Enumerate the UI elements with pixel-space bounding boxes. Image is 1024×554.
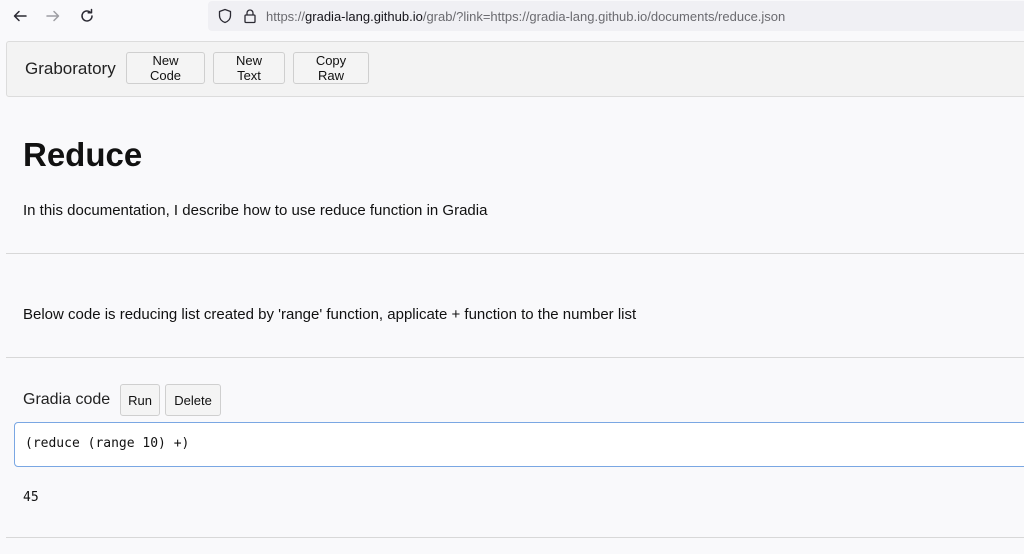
code-output: 45 <box>23 490 39 505</box>
new-code-button[interactable]: New Code <box>126 52 205 84</box>
url-scheme: https:// <box>266 9 306 24</box>
reload-icon[interactable] <box>76 5 98 27</box>
url-path: /grab/?link=https://gradia-lang.github.i… <box>422 9 786 24</box>
new-text-button[interactable]: New Text <box>213 52 285 84</box>
intro-text: In this documentation, I describe how to… <box>23 202 488 219</box>
delete-button[interactable]: Delete <box>165 384 221 416</box>
address-bar[interactable]: https://gradia-lang.github.io/grab/?link… <box>208 1 1024 31</box>
lock-icon[interactable] <box>242 8 258 24</box>
shield-icon[interactable] <box>217 8 233 24</box>
back-arrow-icon[interactable] <box>9 5 31 27</box>
divider <box>6 537 1024 538</box>
forward-arrow-icon[interactable] <box>42 5 64 27</box>
code-block-label: Gradia code <box>23 391 111 408</box>
run-button[interactable]: Run <box>120 384 160 416</box>
browser-toolbar: https://gradia-lang.github.io/grab/?link… <box>0 0 1024 33</box>
code-editor[interactable]: (reduce (range 10) +) <box>14 422 1024 467</box>
copy-raw-button[interactable]: Copy Raw <box>293 52 369 84</box>
url-text: https://gradia-lang.github.io/grab/?link… <box>266 9 785 24</box>
divider <box>6 357 1024 358</box>
page-title: Reduce <box>23 136 143 173</box>
divider <box>6 253 1024 254</box>
url-host: gradia-lang.github.io <box>305 9 423 24</box>
app-navbar: Graboratory New Code New Text Copy Raw <box>6 41 1024 97</box>
brand-title: Graboratory <box>25 59 116 78</box>
description-text: Below code is reducing list created by '… <box>23 306 637 323</box>
